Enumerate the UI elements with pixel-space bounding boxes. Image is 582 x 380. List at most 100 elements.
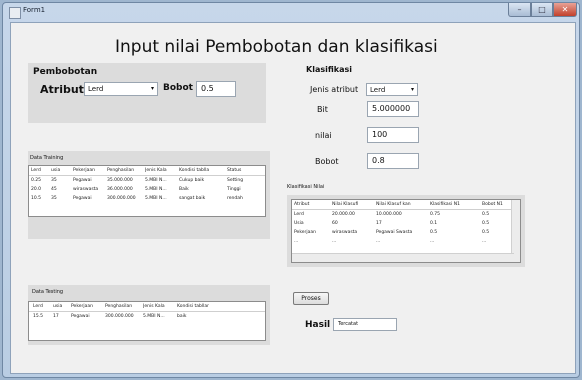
atribut-select-value: Lerd (88, 85, 104, 93)
table-cell: ... (332, 239, 337, 244)
column-header[interactable]: Penghasilan (105, 302, 137, 311)
table-cell: 10.000.000 (376, 212, 402, 217)
table-row[interactable]: ... ... ... ... ... (292, 237, 520, 246)
chevron-down-icon: ▾ (150, 85, 154, 92)
column-header[interactable]: Status (227, 166, 249, 175)
column-header[interactable]: Lerd (33, 302, 45, 311)
column-header[interactable]: usia (53, 302, 65, 311)
table-header-row: Lerd usia Pekerjaan Penghasilan Jenis Ka… (29, 302, 265, 312)
maximize-button[interactable]: □ (531, 3, 553, 17)
table-cell: 17 (53, 314, 59, 319)
column-header[interactable]: Lerd (31, 166, 43, 175)
table-cell: 300.000.000 (107, 196, 136, 201)
nilai-label: nilai (315, 131, 332, 140)
table-header-row: Lerd usia Pekerjaan Penghasilan Jenis Ka… (29, 166, 265, 176)
table-cell: 20.000.00 (332, 212, 355, 217)
app-window: Form1 – □ ✕ Input nilai Pembobotan dan k… (2, 2, 580, 378)
table-row[interactable]: 15.5 17 Pegawai 300.000.000 5.MBI N... b… (29, 312, 265, 321)
title-bar[interactable]: Form1 – □ ✕ (3, 3, 579, 21)
table-cell: 0.1 (430, 221, 438, 226)
klasifikasi-bobot-input[interactable]: 0.8 (367, 153, 419, 169)
horizontal-scrollbar[interactable] (292, 253, 514, 262)
table-row[interactable]: 20.0 45 wiraswasta 36.000.000 5.MBI N...… (29, 185, 265, 194)
table-cell: 36.000.000 (107, 187, 133, 192)
table-cell: Pekerjaan (294, 230, 317, 235)
table-cell: Baik (179, 187, 189, 192)
batas-input[interactable]: 5.000000 (367, 101, 419, 117)
column-header[interactable]: Kondisi tabllar (177, 302, 211, 311)
table-row[interactable]: Pekerjaan wiraswasta Pegawai Swasta 0.5 … (292, 228, 520, 237)
table-cell: 60 (332, 221, 338, 226)
column-header[interactable]: Kondisi tabllar (179, 166, 209, 175)
column-header[interactable]: Nilai Klasuf kan (376, 200, 418, 209)
table-cell: 17 (376, 221, 382, 226)
jenis-atribut-select[interactable]: Lerd ▾ (366, 83, 418, 96)
table-cell: Cukup baik (179, 178, 205, 183)
table-cell: Lerd (294, 212, 304, 217)
column-header[interactable]: Klasifikasi N1 (430, 200, 466, 209)
table-cell: Pegawai (73, 178, 92, 183)
table-cell: 35 (51, 178, 57, 183)
table-cell: 5.MBI N... (145, 196, 167, 201)
table-cell: 35 (51, 196, 57, 201)
data-testing-label: Data Testing (32, 289, 64, 295)
table-cell: Pegawai (73, 196, 92, 201)
column-header[interactable]: Bobot N1 (482, 200, 510, 209)
bobot-label: Bobot (163, 83, 193, 93)
column-header[interactable]: Penghasilan (107, 166, 139, 175)
close-button[interactable]: ✕ (553, 3, 577, 17)
nilai-input[interactable]: 100 (367, 127, 419, 143)
batas-label: Bit (317, 105, 328, 114)
data-training-label: Data Training (30, 155, 64, 161)
table-row[interactable]: Lerd 20.000.00 10.000.000 0.75 0.5 (292, 210, 520, 219)
table-cell: 5.MBI N... (145, 187, 167, 192)
table-cell: 0.5 (482, 230, 490, 235)
table-cell: 10.5 (31, 196, 42, 201)
table-cell: ... (430, 239, 435, 244)
column-header[interactable]: Jenis Kala (143, 302, 169, 311)
table-row[interactable]: 10.5 35 Pegawai 300.000.000 5.MBI N... s… (29, 194, 265, 203)
table-cell: 5.MBI N... (143, 314, 165, 319)
proses-button[interactable]: Proses (293, 292, 329, 305)
table-cell: 0.75 (430, 212, 441, 217)
table-cell: 300.000.000 (105, 314, 134, 319)
table-cell: 35.000.000 (107, 178, 133, 183)
table-cell: 0.5 (482, 212, 490, 217)
table-cell: 0.5 (482, 221, 490, 226)
table-cell: ... (376, 239, 381, 244)
klasifikasi-title: Klasifikasi (306, 65, 352, 74)
table-cell: sangat baik (179, 196, 206, 201)
table-cell: Setting (227, 178, 244, 183)
column-header[interactable]: Pekerjaan (73, 166, 101, 175)
column-header[interactable]: Nilai Klasufi (332, 200, 368, 209)
form-client-area: Input nilai Pembobotan dan klasifikasi P… (10, 22, 576, 374)
table-cell: wiraswasta (73, 187, 99, 192)
table-cell: 0.25 (31, 178, 42, 183)
table-cell: ... (294, 239, 299, 244)
table-cell: Pegawai (71, 314, 90, 319)
column-header[interactable]: Atribut (294, 200, 320, 209)
table-cell: 0.5 (430, 230, 438, 235)
hasil-output[interactable]: Tercatat (333, 318, 397, 331)
data-testing-grid[interactable]: Lerd usia Pekerjaan Penghasilan Jenis Ka… (28, 301, 266, 341)
column-header[interactable]: Jenis Kala (145, 166, 173, 175)
table-cell: baik (177, 314, 187, 319)
data-training-grid[interactable]: Lerd usia Pekerjaan Penghasilan Jenis Ka… (28, 165, 266, 217)
table-row[interactable]: Usia 60 17 0.1 0.5 (292, 219, 520, 228)
table-cell: wiraswasta (332, 230, 358, 235)
nilai-klasifikasi-grid[interactable]: Atribut Nilai Klasufi Nilai Klasuf kan K… (291, 199, 521, 263)
jenis-atribut-select-value: Lerd (370, 86, 386, 94)
column-header[interactable]: usia (51, 166, 65, 175)
atribut-select[interactable]: Lerd ▾ (84, 82, 158, 96)
nilai-klasifikasi-panel: Atribut Nilai Klasufi Nilai Klasuf kan K… (287, 195, 525, 267)
minimize-button[interactable]: – (508, 3, 531, 17)
column-header[interactable]: Pekerjaan (71, 302, 99, 311)
page-title: Input nilai Pembobotan dan klasifikasi (115, 37, 438, 57)
table-row[interactable]: 0.25 35 Pegawai 35.000.000 5.MBI N... Cu… (29, 176, 265, 185)
app-icon (9, 7, 21, 19)
window-title: Form1 (23, 6, 46, 14)
table-cell: rendah (227, 196, 243, 201)
bobot-input[interactable]: 0.5 (196, 81, 236, 97)
table-cell: Usia (294, 221, 304, 226)
pembobotan-panel: Pembobotan Atribut Lerd ▾ Bobot 0.5 (28, 63, 266, 123)
